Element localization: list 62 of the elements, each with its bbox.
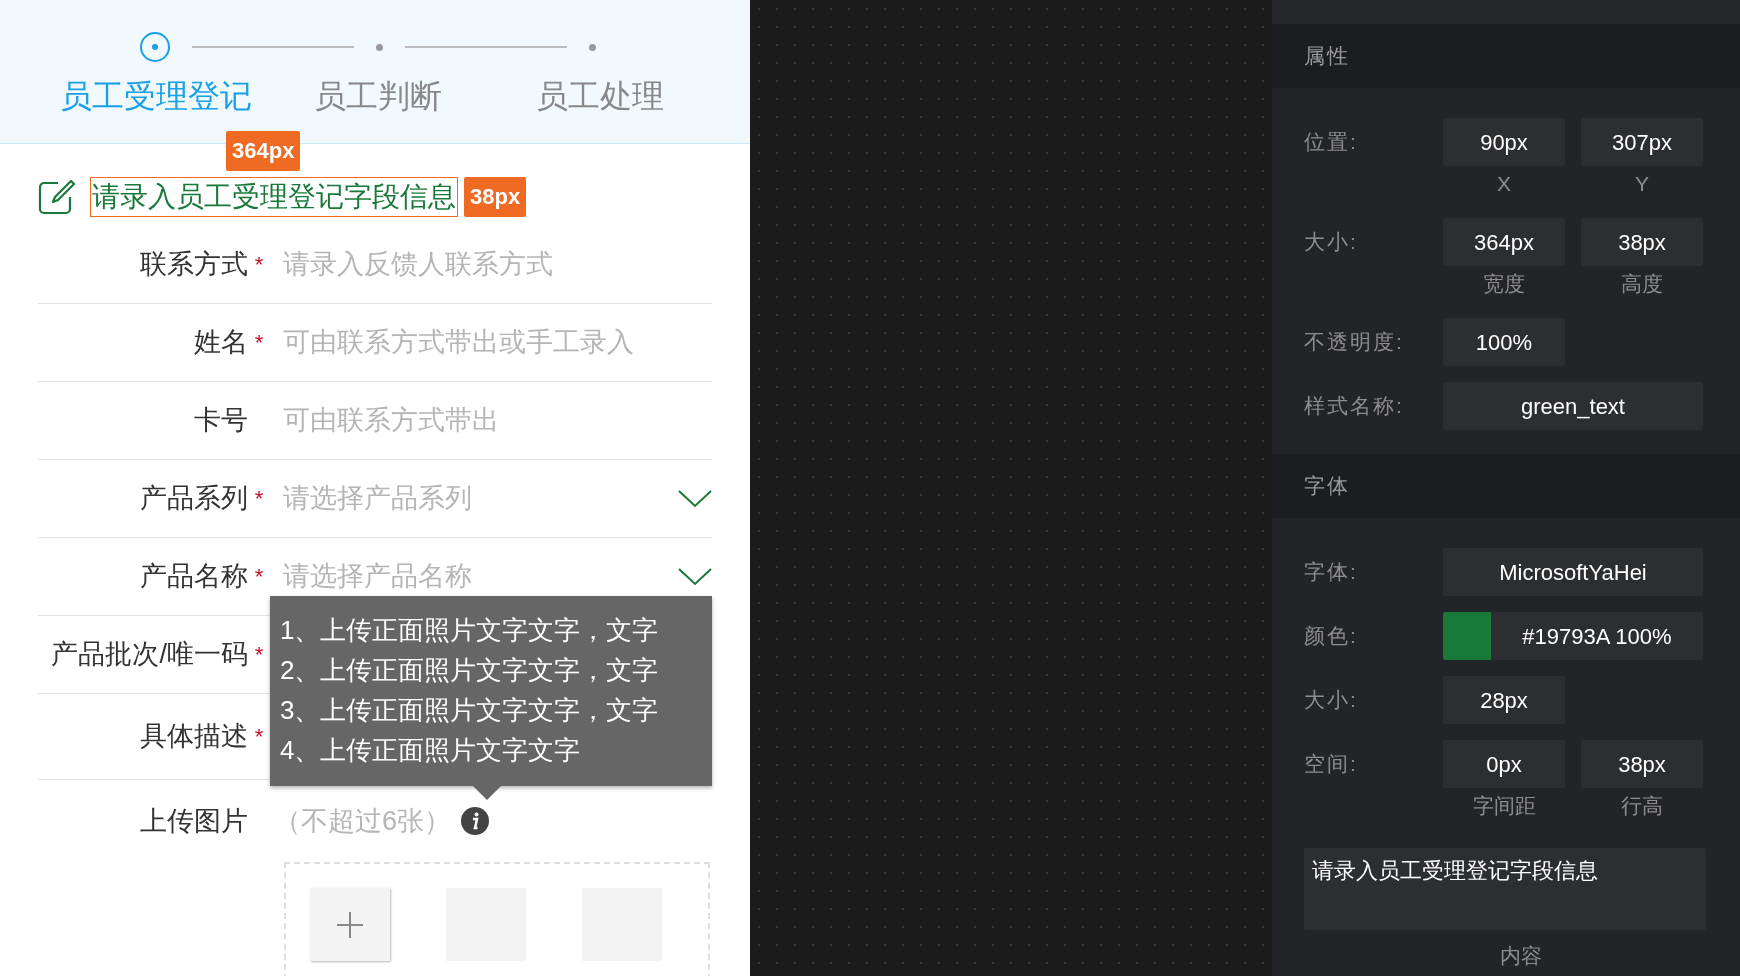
select-field[interactable]: 请选择产品系列 xyxy=(283,478,678,519)
field-label: 产品批次/唯一码 xyxy=(50,638,248,672)
section-title: 请录入员工受理登记字段信息 xyxy=(90,177,458,217)
property-label: 不透明度: xyxy=(1304,329,1405,355)
value-field[interactable]: 38px xyxy=(1581,740,1703,788)
edit-icon xyxy=(38,179,76,215)
required-mark: * xyxy=(254,723,264,751)
field-caption: 内容 xyxy=(1500,943,1542,969)
field-label: 姓名 xyxy=(193,326,248,360)
property-label: 样式名称: xyxy=(1304,393,1405,419)
input-field[interactable]: 可由联系方式带出或手工录入 xyxy=(283,322,712,363)
property-label: 字体: xyxy=(1304,559,1359,585)
content-field[interactable]: 请录入员工受理登记字段信息 xyxy=(1304,848,1706,930)
required-mark: * xyxy=(254,641,264,669)
property-label: 大小: xyxy=(1304,687,1359,713)
upload-hint: （不超过6张） xyxy=(274,804,452,838)
tooltip-text: 4、上传正面照片文字文字 xyxy=(280,734,581,767)
field-caption: 高度 xyxy=(1621,271,1663,297)
input-field[interactable]: 可由联系方式带出 xyxy=(283,400,712,441)
required-mark: * xyxy=(254,329,264,357)
required-mark: * xyxy=(254,563,264,591)
required-mark: * xyxy=(254,485,264,513)
section-heading: 字体 xyxy=(1304,473,1350,500)
value-field[interactable]: 38px xyxy=(1581,218,1703,266)
value-field[interactable]: 364px xyxy=(1443,218,1565,266)
property-label: 大小: xyxy=(1304,229,1359,255)
field-caption: 宽度 xyxy=(1483,271,1525,297)
height-badge: 38px xyxy=(464,177,527,217)
field-label: 具体描述 xyxy=(139,720,248,754)
tooltip-text: 3、上传正面照片文字文字，文字 xyxy=(280,694,659,727)
plus-icon xyxy=(337,911,363,938)
field-caption: X xyxy=(1497,171,1511,197)
value-field[interactable]: 0px xyxy=(1443,740,1565,788)
required-mark: * xyxy=(254,251,264,279)
chevron-down-icon xyxy=(678,567,712,586)
color-field[interactable]: #19793A 100% xyxy=(1443,612,1703,660)
property-label: 颜色: xyxy=(1304,623,1359,649)
value-field[interactable]: 307px xyxy=(1581,118,1703,166)
field-caption: Y xyxy=(1635,171,1649,197)
property-label: 位置: xyxy=(1304,129,1359,155)
field-label: 联系方式 xyxy=(139,248,248,282)
field-caption: 行高 xyxy=(1621,793,1663,819)
select-field[interactable]: 请选择产品名称 xyxy=(283,556,678,597)
value-field[interactable]: 100% xyxy=(1443,318,1565,366)
field-label: 上传图片 xyxy=(139,804,248,838)
tooltip-text: 1、上传正面照片文字文字，文字 xyxy=(280,614,659,647)
value-field[interactable]: MicrosoftYaHei xyxy=(1443,548,1703,596)
chevron-down-icon xyxy=(678,489,712,508)
field-label: 产品系列 xyxy=(139,482,248,516)
value-field[interactable]: green_text xyxy=(1443,382,1703,430)
input-field[interactable]: 请录入反馈人联系方式 xyxy=(283,244,712,285)
color-value: #19793A 100% xyxy=(1521,622,1673,651)
property-label: 空间: xyxy=(1304,751,1359,777)
width-badge: 364px xyxy=(226,131,301,171)
section-heading: 属性 xyxy=(1304,43,1350,70)
value-field[interactable]: 28px xyxy=(1443,676,1565,724)
info-icon[interactable] xyxy=(461,807,490,835)
field-label: 卡号 xyxy=(193,404,248,438)
tooltip-text: 2、上传正面照片文字文字，文字 xyxy=(280,654,659,687)
value-field[interactable]: 90px xyxy=(1443,118,1565,166)
field-caption: 字间距 xyxy=(1472,793,1536,819)
field-label: 产品名称 xyxy=(139,560,248,594)
